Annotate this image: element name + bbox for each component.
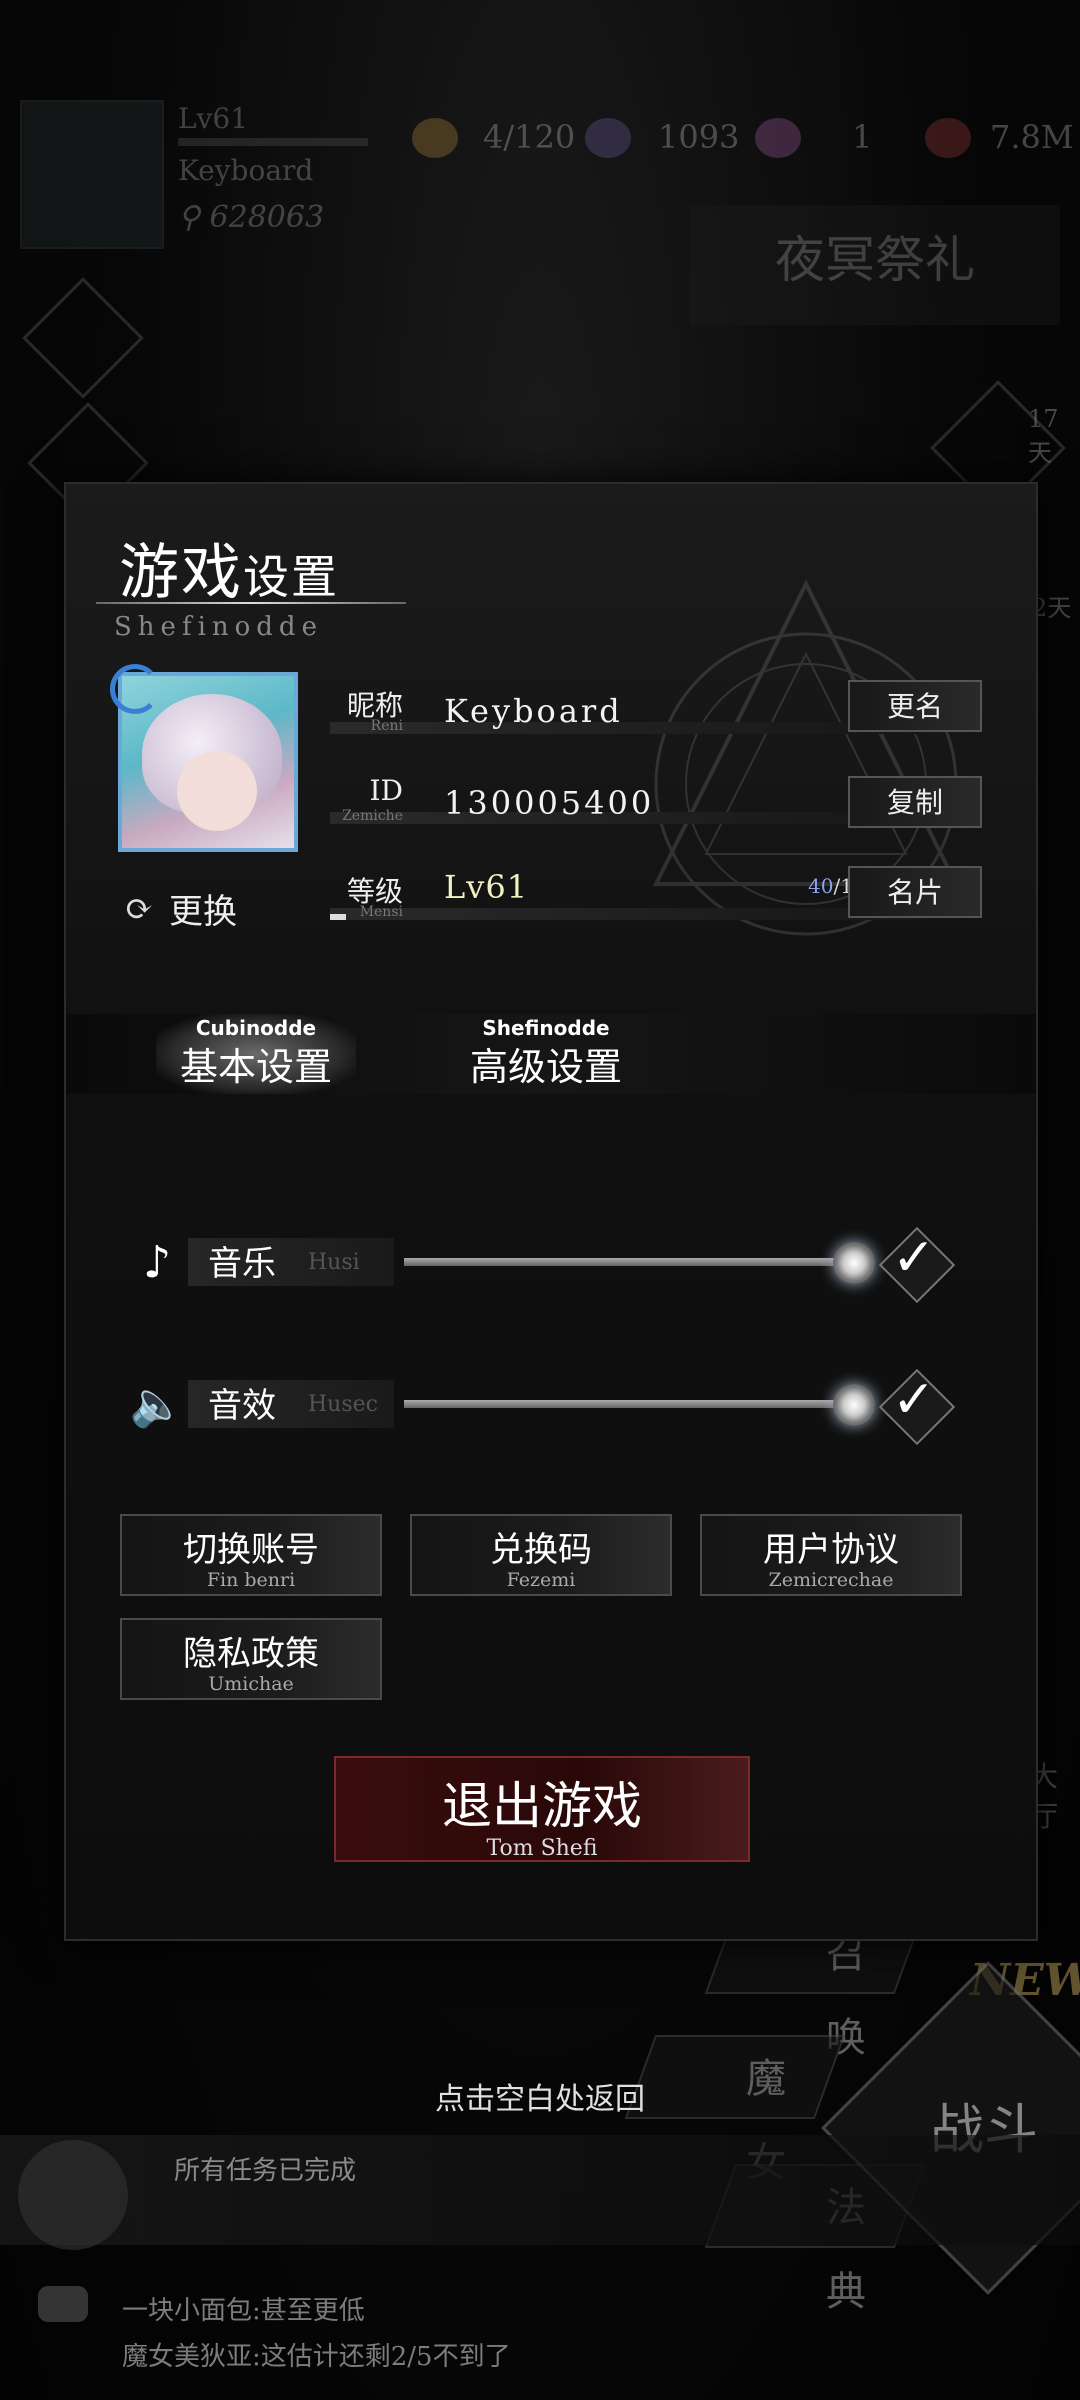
music-slider-knob[interactable] (833, 1242, 875, 1284)
tab-basic-settings[interactable]: Cubinodde 基本设置 (156, 1014, 356, 1094)
profile-card-button[interactable]: 名片 (848, 866, 982, 918)
nickname-bar (330, 722, 930, 734)
id-row: ID Zemiche 130005400 复制 (328, 774, 982, 834)
id-sub: Zemiche (342, 808, 403, 824)
sfx-slider-row: 🔈 音效 Husec ✓ (122, 1368, 992, 1446)
privacy-policy-sub: Umichae (208, 1673, 294, 1695)
nickname-row: 昵称 Reni Keyboard 更名 (328, 680, 982, 744)
sfx-check-icon: ✓ (892, 1370, 936, 1430)
tap-to-return-hint: 点击空白处返回 (435, 2082, 645, 2117)
redeem-code-sub: Fezemi (506, 1569, 576, 1591)
xp-current: 40 (808, 874, 834, 898)
level-row: 等级 Mensi Lv61 40/1492 名片 (328, 866, 982, 930)
redeem-code-label: 兑换码 (490, 1530, 592, 1570)
level-value: Lv61 (444, 868, 529, 906)
quit-game-button[interactable]: 退出游戏 Tom Shefi (334, 1756, 750, 1862)
privacy-policy-button[interactable]: 隐私政策 Umichae (120, 1618, 382, 1700)
change-avatar-button[interactable]: ⟳ 更换 (121, 884, 237, 933)
sfx-sub: Husec (308, 1392, 378, 1417)
switch-account-label: 切换账号 (183, 1530, 319, 1570)
tab-advanced-settings[interactable]: Shefinodde 高级设置 (446, 1014, 646, 1094)
user-agreement-label: 用户协议 (763, 1530, 899, 1570)
dialog-subtitle: Shefinodde (114, 612, 323, 642)
home-power-value: 628063 (209, 200, 325, 235)
settings-tabs: Cubinodde 基本设置 Shefinodde 高级设置 (66, 1014, 1036, 1094)
task-avatar (18, 2140, 128, 2250)
tab-basic-label: 基本设置 (179, 1045, 332, 1089)
coin-icon (925, 118, 971, 158)
home-avatar (20, 100, 164, 249)
user-agreement-sub: Zemicrechae (768, 1569, 894, 1591)
resource-gem: 1093 (658, 118, 740, 156)
sfx-slider-knob[interactable] (833, 1384, 875, 1426)
change-avatar-label: 更换 (169, 892, 237, 932)
resource-crystal: 1 (852, 118, 873, 156)
music-note-icon: ♪ (142, 1237, 172, 1288)
title-small: 设置 (243, 550, 339, 604)
level-bar (330, 908, 930, 920)
gem-icon (585, 118, 631, 158)
title-big: 游戏 (119, 538, 243, 608)
user-agreement-button[interactable]: 用户协议 Zemicrechae (700, 1514, 962, 1596)
refresh-icon: ⟳ (124, 888, 154, 929)
tab-advanced-label: 高级设置 (469, 1045, 622, 1089)
home-player-name: Keyboard (178, 154, 314, 187)
side-label-1: 17天 (1028, 405, 1059, 467)
title-divider (96, 602, 406, 604)
sfx-slider-track[interactable] (404, 1400, 854, 1408)
settings-dialog: 游戏设置 Shefinodde ⟳ 更换 昵称 Reni Keyboard 更名… (64, 482, 1038, 1941)
task-banner[interactable] (0, 2135, 1080, 2245)
id-label: ID (369, 774, 403, 807)
level-sub: Mensi (359, 904, 403, 920)
music-sub: Husi (308, 1250, 360, 1275)
stamina-icon (412, 118, 458, 158)
home-level-bar (178, 138, 368, 146)
switch-account-sub: Fin benri (206, 1569, 296, 1591)
nickname-sub: Reni (370, 718, 403, 734)
home-power: ⚲ 628063 (178, 200, 325, 235)
quit-game-sub: Tom Shefi (486, 1836, 598, 1861)
event-banner: 夜冥祭礼 (690, 205, 1060, 325)
nickname-value: Keyboard (444, 692, 623, 730)
rename-button[interactable]: 更名 (848, 680, 982, 732)
quit-game-label: 退出游戏 (442, 1777, 642, 1835)
music-slider-row: ♪ 音乐 Husi ✓ (122, 1226, 992, 1304)
avatar-face (177, 751, 257, 831)
resource-stamina: 4/120 (483, 118, 576, 156)
music-label: 音乐 (208, 1244, 276, 1284)
sfx-label: 音效 (208, 1386, 276, 1426)
copy-button[interactable]: 复制 (848, 776, 982, 828)
redeem-code-button[interactable]: 兑换码 Fezemi (410, 1514, 672, 1596)
music-check-icon: ✓ (892, 1228, 936, 1288)
chat-line-1: 一块小面包:甚至更低 (122, 2296, 365, 2326)
switch-account-button[interactable]: 切换账号 Fin benri (120, 1514, 382, 1596)
resource-coin: 7.8M (990, 118, 1074, 156)
speaker-icon: 🔈 (129, 1379, 185, 1430)
home-level: Lv61 (178, 102, 249, 135)
chat-icon[interactable] (38, 2286, 88, 2322)
privacy-policy-label: 隐私政策 (183, 1634, 319, 1674)
chat-line-2: 魔女美狄亚:这估计还剩2/5不到了 (122, 2342, 511, 2372)
moon-frame-icon (110, 664, 160, 714)
id-value: 130005400 (444, 784, 655, 822)
task-text: 所有任务已完成 (174, 2156, 357, 2186)
dialog-title: 游戏设置 (119, 524, 339, 611)
music-slider-track[interactable] (404, 1258, 854, 1266)
crystal-icon (755, 118, 801, 158)
